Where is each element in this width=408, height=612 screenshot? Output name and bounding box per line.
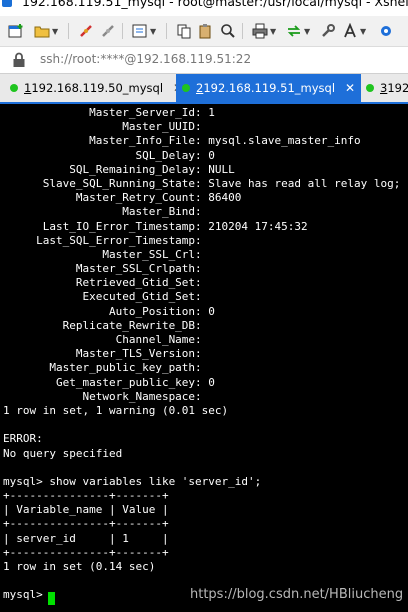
terminal-line: Get_master_public_key: 0 xyxy=(3,375,215,389)
tab-number: 3 xyxy=(380,81,388,95)
toolbar: ▼ ▼ ▼ ▼ ▼ xyxy=(0,16,408,47)
terminal-cursor xyxy=(48,592,55,605)
terminal-line: Master_Info_File: mysql.slave_master_inf… xyxy=(3,134,361,148)
close-icon[interactable]: ✕ xyxy=(345,81,355,95)
lock-icon xyxy=(13,52,25,67)
terminal-line: Last_IO_Error_Timestamp: 210204 17:45:32 xyxy=(3,219,308,233)
xshell-app-icon xyxy=(2,0,12,7)
terminal-line: Master_UUID: xyxy=(3,120,202,134)
toolbar-divider xyxy=(68,23,69,39)
reconnect-icon[interactable] xyxy=(100,22,116,40)
terminal-line: +---------------+-------+ xyxy=(3,489,169,503)
terminal-line: 1 row in set, 1 warning (0.01 sec) xyxy=(3,403,229,417)
terminal-line: ERROR: xyxy=(3,432,43,446)
terminal-line: Master_TLS_Version: xyxy=(3,347,202,361)
terminal-line: | server_id | 1 | xyxy=(3,531,169,545)
terminal-line: Master_Retry_Count: 86400 xyxy=(3,191,242,205)
chevron-down-icon: ▼ xyxy=(360,26,367,36)
window-titlebar: 192.168.119.51_mysql - root@master:/usr/… xyxy=(0,0,408,16)
tab-label: 192.168.119.50_mysql xyxy=(31,81,164,95)
connected-status-icon xyxy=(10,84,18,92)
terminal-line: +---------------+-------+ xyxy=(3,517,169,531)
terminal-output[interactable]: Master_Server_Id: 1 Master_UUID: Master_… xyxy=(0,104,408,612)
toolbar-divider xyxy=(242,23,243,39)
terminal-line: Auto_Position: 0 xyxy=(3,304,215,318)
terminal-line: Executed_Gtid_Set: xyxy=(3,290,202,304)
tab-session-2[interactable]: 2 192.168.119.51_mysql ✕ xyxy=(176,74,362,102)
terminal-line: Master_public_key_path: xyxy=(3,361,202,375)
address-bar[interactable]: ssh://root:****@192.168.119.51:22 xyxy=(0,47,408,74)
search-icon[interactable] xyxy=(220,22,236,40)
terminal-line: +---------------+-------+ xyxy=(3,545,169,559)
settings-icon[interactable] xyxy=(378,22,394,40)
terminal-line: Slave_SQL_Running_State: Slave has read … xyxy=(3,176,401,190)
terminal-line: Network_Namespace: xyxy=(3,389,202,403)
font-icon[interactable]: ▼ xyxy=(342,22,366,40)
terminal-line: Master_Bind: xyxy=(3,205,202,219)
terminal-line: Master_SSL_Crl: xyxy=(3,247,202,261)
toolbar-divider xyxy=(122,23,123,39)
terminal-line: Last_SQL_Error_Timestamp: xyxy=(3,233,202,247)
terminal-line: | Variable_name | Value | xyxy=(3,503,169,517)
tab-label: 192 xyxy=(387,81,408,95)
tab-number: 2 xyxy=(196,81,204,95)
watermark: https://blog.csdn.net/HBliucheng xyxy=(190,587,404,602)
chevron-down-icon: ▼ xyxy=(150,26,157,36)
session-address: ssh://root:****@192.168.119.51:22 xyxy=(40,52,252,66)
new-session-icon[interactable] xyxy=(8,22,24,40)
terminal-line: No query specified xyxy=(3,446,123,460)
toolbar-divider xyxy=(166,23,167,39)
terminal-line: Master_SSL_Crlpath: xyxy=(3,262,202,276)
print-icon[interactable]: ▼ xyxy=(252,22,276,40)
copy-icon[interactable] xyxy=(176,22,192,40)
open-folder-icon[interactable]: ▼ xyxy=(34,22,58,40)
terminal-line: Channel_Name: xyxy=(3,333,202,346)
session-tabbar: 1 192.168.119.50_mysql ✕ 2 192.168.119.5… xyxy=(0,74,408,104)
paste-icon[interactable] xyxy=(198,22,214,40)
tab-session-3[interactable]: 3 192 xyxy=(366,76,408,100)
chevron-down-icon: ▼ xyxy=(270,26,277,36)
terminal-line: SQL_Delay: 0 xyxy=(3,148,215,162)
chevron-down-icon: ▼ xyxy=(304,26,311,36)
terminal-line: Retrieved_Gtid_Set: xyxy=(3,276,202,290)
transfer-icon[interactable]: ▼ xyxy=(286,22,310,40)
terminal-line: 1 row in set (0.14 sec) xyxy=(3,560,156,573)
connected-status-icon xyxy=(366,84,374,92)
chevron-down-icon: ▼ xyxy=(52,26,59,36)
tab-label: 192.168.119.51_mysql xyxy=(203,81,336,95)
terminal-line: mysql> show variables like 'server_id'; xyxy=(3,474,262,488)
window-title: 192.168.119.51_mysql - root@master:/usr/… xyxy=(22,0,408,9)
terminal-lines: Master_Server_Id: 1 Master_UUID: Master_… xyxy=(0,104,408,603)
terminal-line: Replicate_Rewrite_DB: xyxy=(3,318,202,332)
terminal-line: Master_Server_Id: 1 xyxy=(3,106,215,119)
tab-session-1[interactable]: 1 192.168.119.50_mysql ✕ xyxy=(10,76,183,100)
properties-icon[interactable]: ▼ xyxy=(132,22,156,40)
terminal-line: SQL_Remaining_Delay: NULL xyxy=(3,162,235,176)
connected-status-icon xyxy=(182,84,190,92)
tools-icon[interactable] xyxy=(320,22,336,40)
tab-number: 1 xyxy=(24,81,32,95)
disconnect-icon[interactable] xyxy=(78,22,94,40)
